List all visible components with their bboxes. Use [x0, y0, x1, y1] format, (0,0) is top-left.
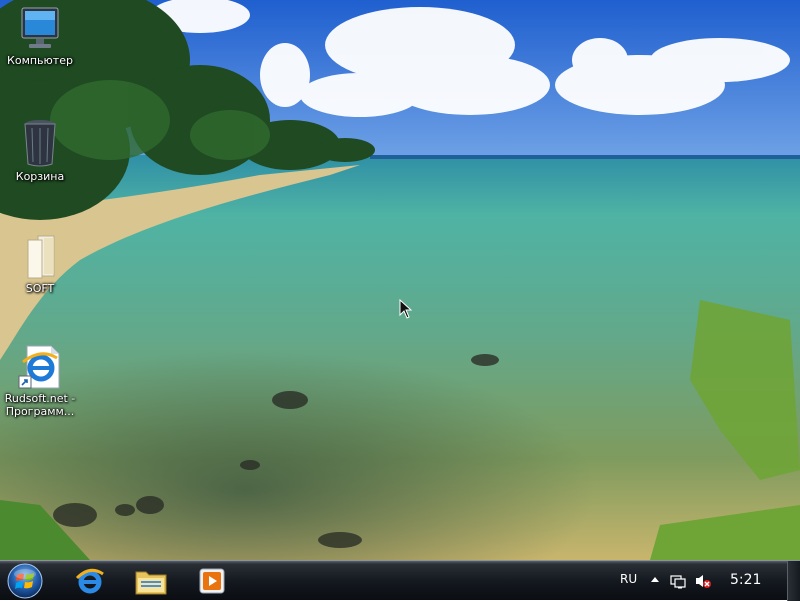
computer-icon	[21, 7, 59, 48]
network-icon[interactable]	[670, 573, 686, 589]
windows-start-orb-icon[interactable]	[6, 562, 44, 600]
desktop-icon-label: Компьютер	[7, 54, 73, 67]
windows-explorer-folder-icon	[135, 571, 167, 595]
desktop-icon-rudsoft-shortcut[interactable]: Rudsoft.net - Программ...	[2, 344, 78, 418]
mouse-cursor-icon	[399, 299, 413, 319]
taskbar-media-player-button[interactable]	[187, 564, 237, 598]
show-desktop-button[interactable]	[787, 561, 800, 601]
desktop-icon-computer[interactable]: Компьютер	[2, 6, 78, 67]
volume-muted-icon[interactable]	[694, 573, 712, 589]
folder-icon	[27, 235, 55, 279]
desktop-icon-label-line1: Rudsoft.net -	[4, 392, 76, 405]
recycle-bin-icon	[24, 120, 56, 167]
desktop-icon-label: Корзина	[15, 170, 65, 183]
desktop-icon-label: SOFT	[25, 282, 55, 295]
internet-explorer-icon	[75, 568, 104, 594]
taskbar: RU 5:21	[0, 560, 800, 601]
media-player-icon	[199, 568, 225, 594]
clock[interactable]: 5:21	[730, 572, 761, 588]
desktop-icon-soft-folder[interactable]: SOFT	[2, 232, 78, 295]
desktop[interactable]: Компьютер Корзина SOFT Rudsoft.net - Про…	[0, 0, 800, 560]
internet-explorer-shortcut-icon	[18, 345, 60, 389]
language-indicator[interactable]: RU	[620, 572, 637, 586]
taskbar-ie-button[interactable]	[65, 564, 115, 598]
taskbar-explorer-button[interactable]	[126, 564, 176, 598]
show-hidden-icons-arrow-icon[interactable]	[650, 574, 660, 586]
notification-area: RU 5:21	[600, 561, 800, 601]
desktop-icon-label-line2: Программ...	[5, 405, 75, 418]
desktop-icon-recycle-bin[interactable]: Корзина	[2, 118, 78, 183]
beach-wallpaper	[0, 0, 800, 560]
